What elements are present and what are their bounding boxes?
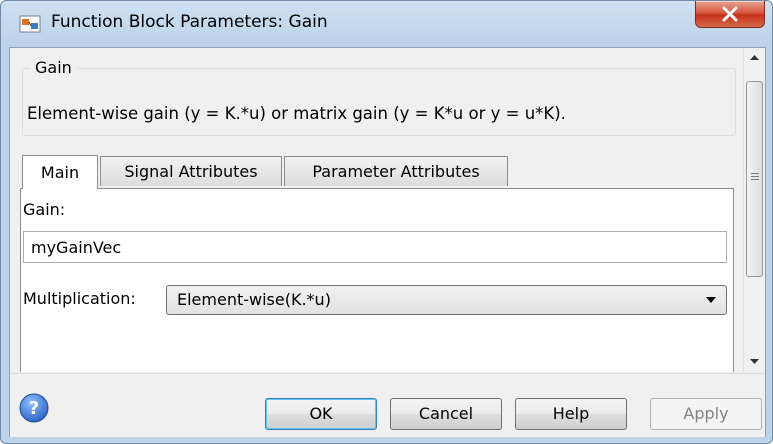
thumb-grip-line [751, 173, 759, 174]
gain-input[interactable] [23, 231, 727, 263]
parameters-panel: Gain Element-wise gain (y = K.*u) or mat… [10, 48, 742, 372]
scrollbar-thumb[interactable] [746, 81, 763, 277]
tab-panel-main [20, 188, 734, 372]
gain-label: Gain: [23, 200, 66, 219]
close-button[interactable] [695, 1, 765, 28]
scroll-up-button[interactable] [744, 48, 765, 68]
simulink-block-icon [19, 15, 41, 33]
scroll-down-arrow-icon [750, 359, 759, 364]
tab-parameter-attributes[interactable]: Parameter Attributes [284, 156, 508, 186]
block-description: Element-wise gain (y = K.*u) or matrix g… [27, 104, 566, 123]
multiplication-select-value: Element-wise(K.*u) [177, 290, 331, 309]
help-icon[interactable]: ? [18, 392, 50, 424]
title-bar[interactable]: Function Block Parameters: Gain [1, 1, 772, 47]
vertical-scrollbar[interactable] [743, 48, 765, 372]
multiplication-select[interactable]: Element-wise(K.*u) [166, 285, 727, 315]
thumb-grip-line [751, 179, 759, 180]
thumb-grip-line [751, 176, 759, 177]
close-icon [722, 6, 738, 22]
button-bar: ? OK Cancel Help Apply [10, 373, 765, 437]
ok-button[interactable]: OK [265, 398, 377, 430]
scroll-up-arrow-icon [750, 55, 759, 60]
group-legend: Gain [30, 58, 77, 77]
cancel-button[interactable]: Cancel [390, 398, 502, 430]
tab-main[interactable]: Main [22, 155, 98, 189]
tab-signal-attributes[interactable]: Signal Attributes [100, 156, 282, 186]
scroll-down-button[interactable] [744, 352, 765, 372]
help-button[interactable]: Help [515, 398, 627, 430]
gain-groupbox [22, 68, 736, 136]
dialog-client-area: Gain Element-wise gain (y = K.*u) or mat… [9, 47, 766, 437]
window-title: Function Block Parameters: Gain [51, 12, 328, 32]
svg-text:?: ? [29, 398, 39, 419]
dialog-window: Function Block Parameters: Gain Gain Ele… [0, 0, 773, 444]
apply-button[interactable]: Apply [650, 398, 762, 430]
chevron-down-icon [706, 297, 716, 303]
multiplication-label: Multiplication: [23, 289, 136, 308]
